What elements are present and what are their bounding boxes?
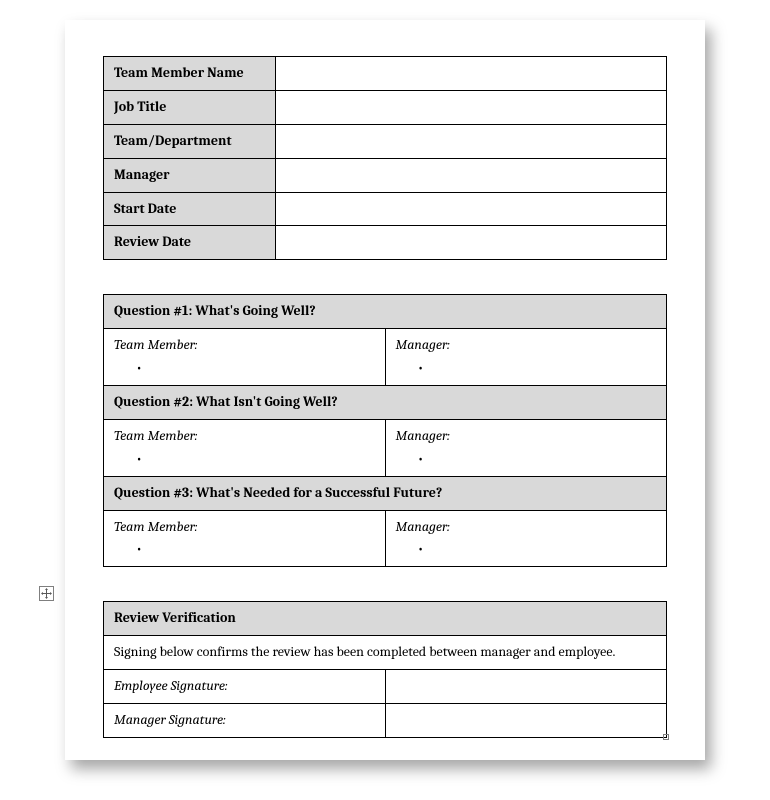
table-row: Team Member: • Manager: • [104, 510, 667, 567]
bullet-icon: • [396, 359, 657, 378]
bullet-icon: • [114, 540, 375, 559]
table-resize-handle-icon[interactable] [663, 734, 669, 740]
team-member-response[interactable]: Team Member: • [104, 419, 386, 476]
table-row: Question #1: What's Going Well? [104, 295, 667, 329]
respond-label: Manager: [396, 336, 657, 355]
team-member-response[interactable]: Team Member: • [104, 329, 386, 386]
table-row: Start Date [104, 192, 667, 226]
respond-label: Team Member: [114, 336, 375, 355]
info-value[interactable] [276, 158, 667, 192]
manager-response[interactable]: Manager: • [385, 329, 667, 386]
table-row: Team/Department [104, 124, 667, 158]
table-row: Manager Signature: [104, 704, 667, 738]
info-label: Review Date [104, 226, 276, 260]
respond-label: Team Member: [114, 427, 375, 446]
table-row: Manager [104, 158, 667, 192]
respond-label: Manager: [396, 427, 657, 446]
bullet-icon: • [396, 450, 657, 469]
table-row: Job Title [104, 90, 667, 124]
manager-signature-field[interactable] [385, 704, 667, 738]
question-header: Question #3: What's Needed for a Success… [104, 476, 667, 510]
table-row: Employee Signature: [104, 670, 667, 704]
info-label: Team/Department [104, 124, 276, 158]
respond-label: Manager: [396, 518, 657, 537]
bullet-icon: • [114, 359, 375, 378]
info-value[interactable] [276, 226, 667, 260]
manager-signature-label: Manager Signature: [104, 704, 386, 738]
table-row: Signing below confirms the review has be… [104, 636, 667, 670]
employee-signature-field[interactable] [385, 670, 667, 704]
team-member-response[interactable]: Team Member: • [104, 510, 386, 567]
table-row: Review Date [104, 226, 667, 260]
table-row: Team Member: • Manager: • [104, 329, 667, 386]
document-page: Team Member Name Job Title Team/Departme… [65, 20, 705, 760]
info-label: Start Date [104, 192, 276, 226]
question-header: Question #1: What's Going Well? [104, 295, 667, 329]
respond-label: Team Member: [114, 518, 375, 537]
info-label: Team Member Name [104, 57, 276, 91]
table-row: Review Verification [104, 602, 667, 636]
info-value[interactable] [276, 124, 667, 158]
info-value[interactable] [276, 57, 667, 91]
table-move-handle-icon[interactable] [39, 586, 54, 601]
info-label: Manager [104, 158, 276, 192]
questions-table: Question #1: What's Going Well? Team Mem… [103, 294, 667, 567]
manager-response[interactable]: Manager: • [385, 510, 667, 567]
table-row: Team Member: • Manager: • [104, 419, 667, 476]
verification-table: Review Verification Signing below confir… [103, 601, 667, 738]
table-row: Team Member Name [104, 57, 667, 91]
info-table: Team Member Name Job Title Team/Departme… [103, 56, 667, 260]
info-value[interactable] [276, 90, 667, 124]
table-row: Question #3: What's Needed for a Success… [104, 476, 667, 510]
employee-signature-label: Employee Signature: [104, 670, 386, 704]
manager-response[interactable]: Manager: • [385, 419, 667, 476]
question-header: Question #2: What Isn't Going Well? [104, 386, 667, 420]
verification-header: Review Verification [104, 602, 667, 636]
info-value[interactable] [276, 192, 667, 226]
verification-body: Signing below confirms the review has be… [104, 636, 667, 670]
info-label: Job Title [104, 90, 276, 124]
bullet-icon: • [114, 450, 375, 469]
bullet-icon: • [396, 540, 657, 559]
table-row: Question #2: What Isn't Going Well? [104, 386, 667, 420]
